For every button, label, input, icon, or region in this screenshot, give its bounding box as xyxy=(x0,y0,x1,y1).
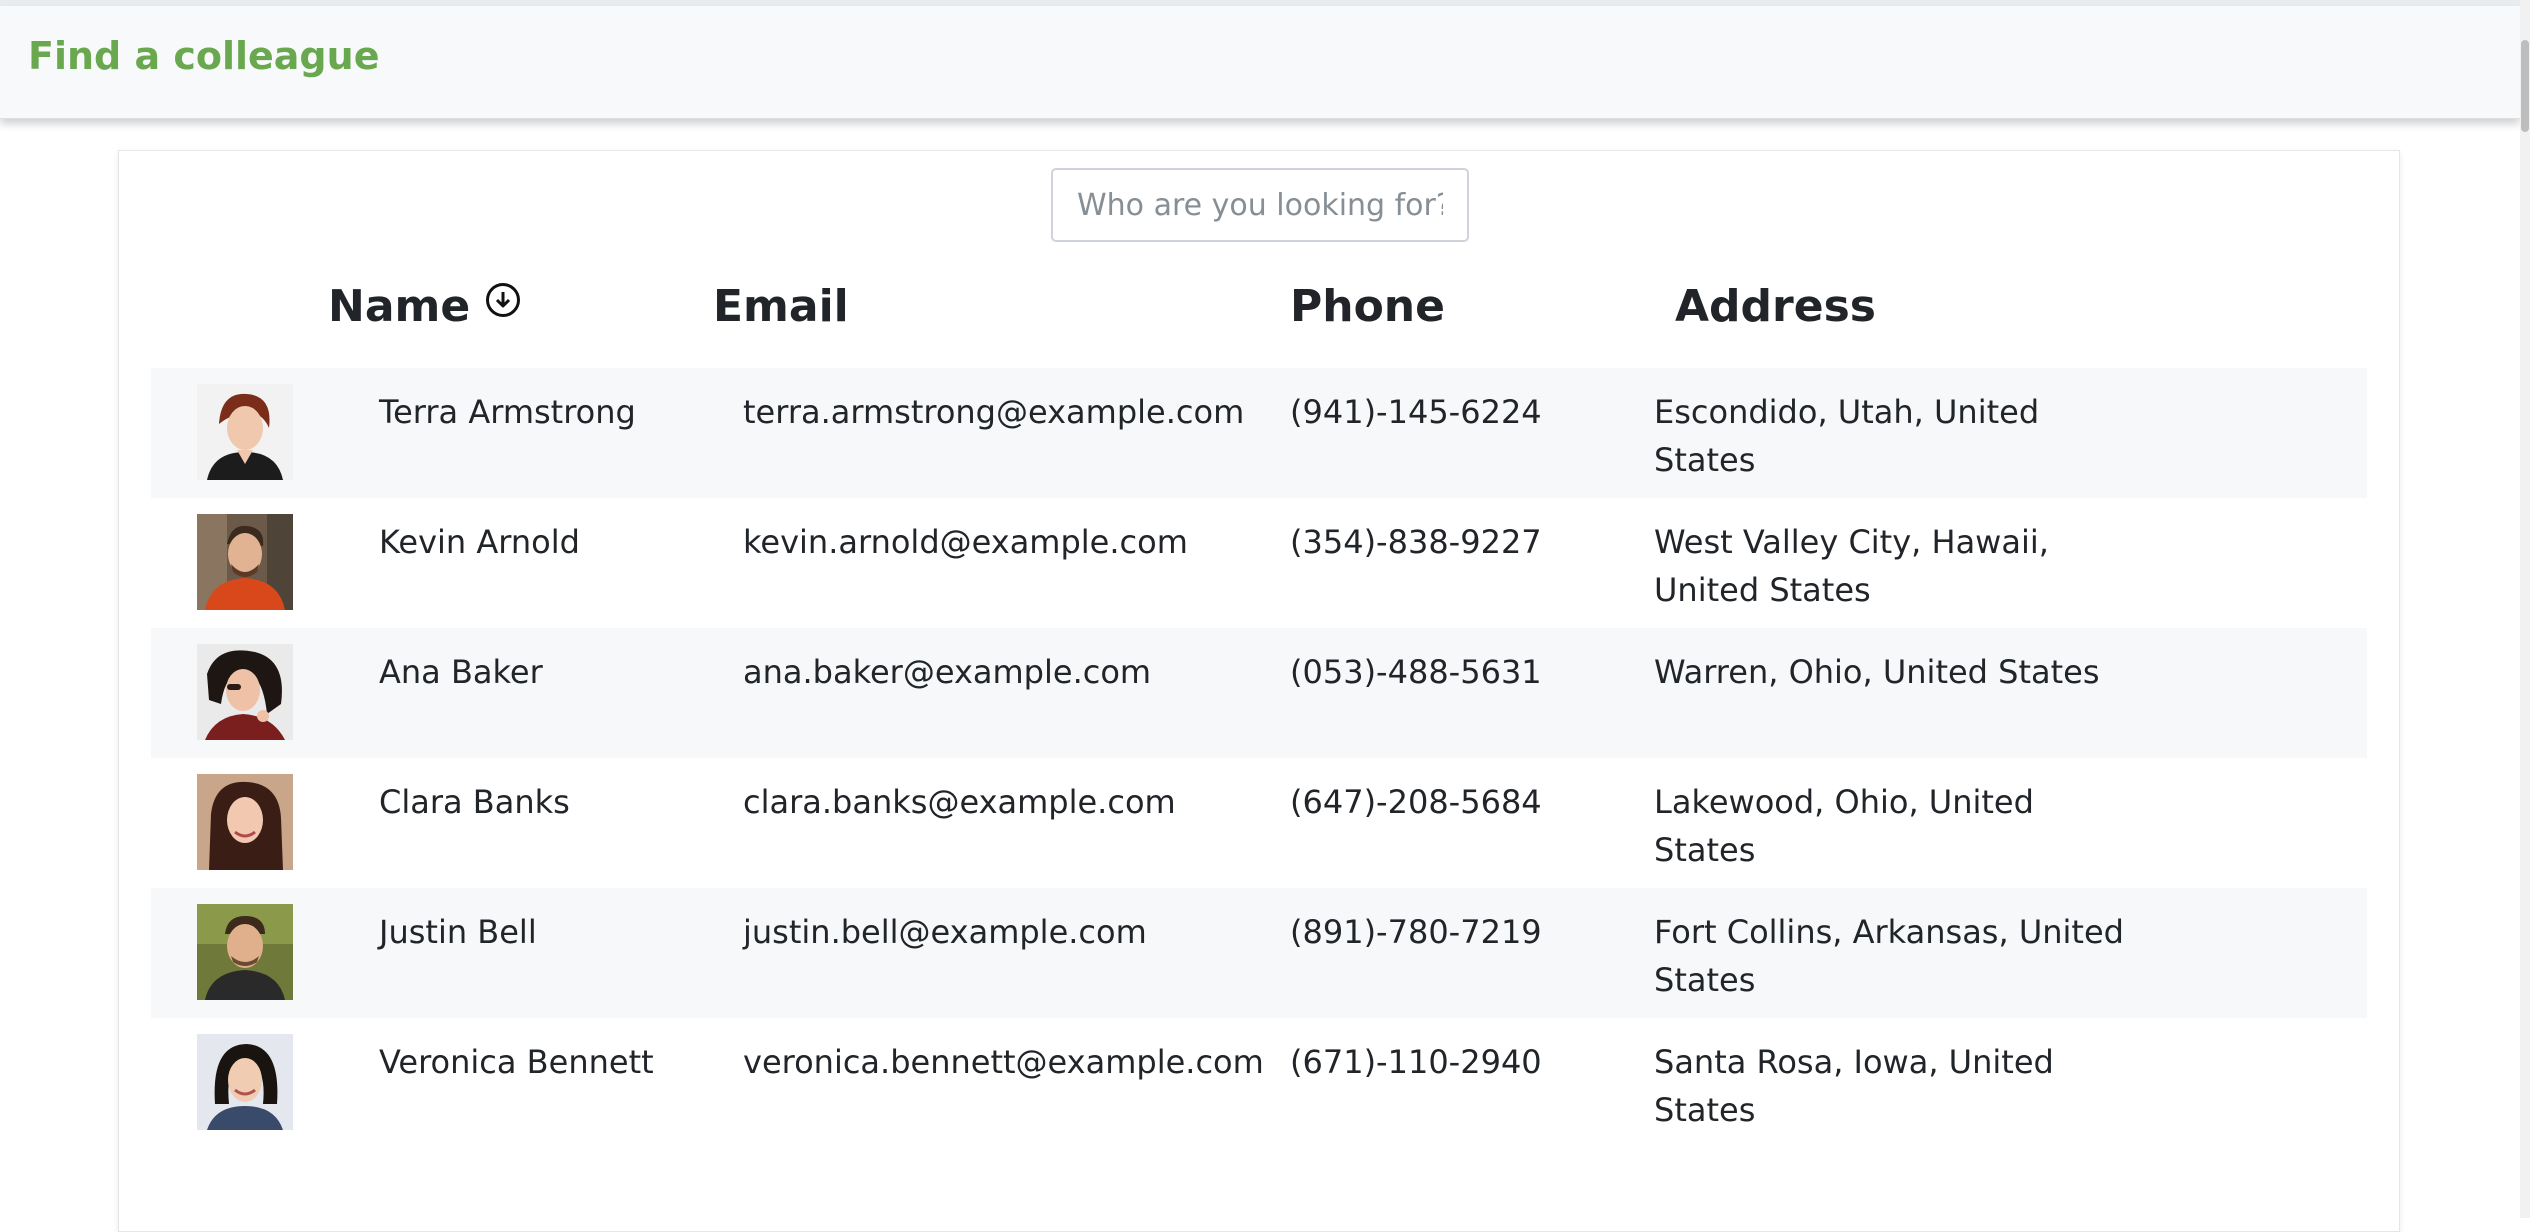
navbar: Find a colleague xyxy=(0,6,2520,119)
cell-phone: (354)-838-9227 xyxy=(1290,523,1542,561)
cell-address: Fort Collins, Arkansas, United States xyxy=(1654,913,2124,999)
cell-address: West Valley City, Hawaii, United States xyxy=(1654,523,2049,609)
cell-email: veronica.bennett@example.com xyxy=(743,1043,1264,1081)
table-row[interactable]: Kevin Arnold kevin.arnold@example.com (3… xyxy=(151,498,2367,628)
cell-address: Santa Rosa, Iowa, United States xyxy=(1654,1043,2054,1129)
directory-card: Name Email Phone Address Terra Armstrong… xyxy=(118,150,2400,1232)
sort-name-button[interactable] xyxy=(486,283,520,317)
cell-address: Escondido, Utah, United States xyxy=(1654,393,2040,479)
cell-name: Veronica Bennett xyxy=(379,1043,654,1081)
cell-address: Lakewood, Ohio, United States xyxy=(1654,783,2034,869)
search-input[interactable] xyxy=(1051,168,1469,242)
cell-email: clara.banks@example.com xyxy=(743,783,1176,821)
cell-phone: (941)-145-6224 xyxy=(1290,393,1542,431)
cell-name: Kevin Arnold xyxy=(379,523,580,561)
cell-email: terra.armstrong@example.com xyxy=(743,393,1245,431)
header-address[interactable]: Address xyxy=(1675,281,1876,332)
avatar xyxy=(197,514,293,610)
cell-email: kevin.arnold@example.com xyxy=(743,523,1188,561)
cell-phone: (647)-208-5684 xyxy=(1290,783,1542,821)
avatar xyxy=(197,644,293,740)
avatar xyxy=(197,384,293,480)
cell-name: Terra Armstrong xyxy=(379,393,636,431)
avatar xyxy=(197,774,293,870)
table-row[interactable]: Clara Banks clara.banks@example.com (647… xyxy=(151,758,2367,888)
header-email[interactable]: Email xyxy=(713,281,849,332)
cell-phone: (053)-488-5631 xyxy=(1290,653,1542,691)
arrow-down-circle-icon xyxy=(495,292,511,308)
cell-address: Warren, Ohio, United States xyxy=(1654,653,2100,691)
cell-phone: (891)-780-7219 xyxy=(1290,913,1542,951)
table-row[interactable]: Ana Baker ana.baker@example.com (053)-48… xyxy=(151,628,2367,758)
scrollbar-thumb[interactable] xyxy=(2521,40,2529,132)
avatar xyxy=(197,904,293,1000)
cell-name: Justin Bell xyxy=(379,913,537,951)
cell-email: justin.bell@example.com xyxy=(743,913,1147,951)
header-phone[interactable]: Phone xyxy=(1290,281,1445,332)
cell-phone: (671)-110-2940 xyxy=(1290,1043,1542,1081)
page-scrollbar[interactable] xyxy=(2520,0,2530,1218)
cell-name: Clara Banks xyxy=(379,783,570,821)
header-name[interactable]: Name xyxy=(328,281,470,332)
avatar xyxy=(197,1034,293,1130)
cell-name: Ana Baker xyxy=(379,653,543,691)
table-row[interactable]: Justin Bell justin.bell@example.com (891… xyxy=(151,888,2367,1018)
table-row[interactable]: Veronica Bennett veronica.bennett@exampl… xyxy=(151,1018,2367,1148)
table-row[interactable]: Terra Armstrong terra.armstrong@example.… xyxy=(151,368,2367,498)
cell-email: ana.baker@example.com xyxy=(743,653,1152,691)
brand-title[interactable]: Find a colleague xyxy=(28,34,379,78)
